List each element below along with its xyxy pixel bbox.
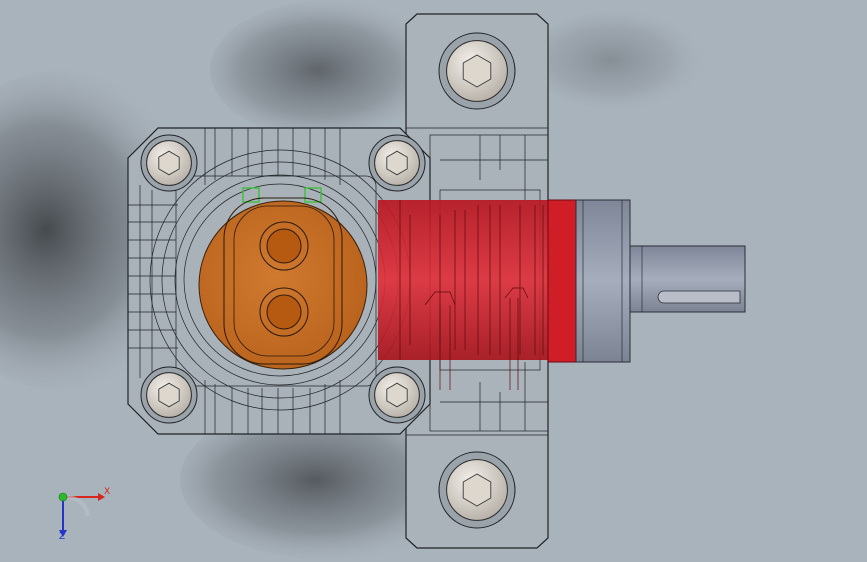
screw-3-hex-socket-icon[interactable]	[140, 366, 198, 424]
screw-5-hex-socket-icon[interactable]	[438, 32, 516, 110]
cad-model-view[interactable]	[0, 0, 867, 562]
screw-6-hex-socket-icon[interactable]	[438, 451, 516, 529]
screw-1-hex-socket-icon[interactable]	[140, 134, 198, 192]
triad-z-label: Z	[59, 532, 66, 542]
screw-2-hex-socket-icon[interactable]	[368, 134, 426, 192]
triad-x-label: X	[104, 487, 111, 497]
screw-4-hex-socket-icon[interactable]	[368, 366, 426, 424]
view-triad: X Z	[50, 480, 120, 550]
graphics-viewport[interactable]: X Z	[0, 0, 867, 562]
output-shaft[interactable]	[575, 199, 746, 363]
